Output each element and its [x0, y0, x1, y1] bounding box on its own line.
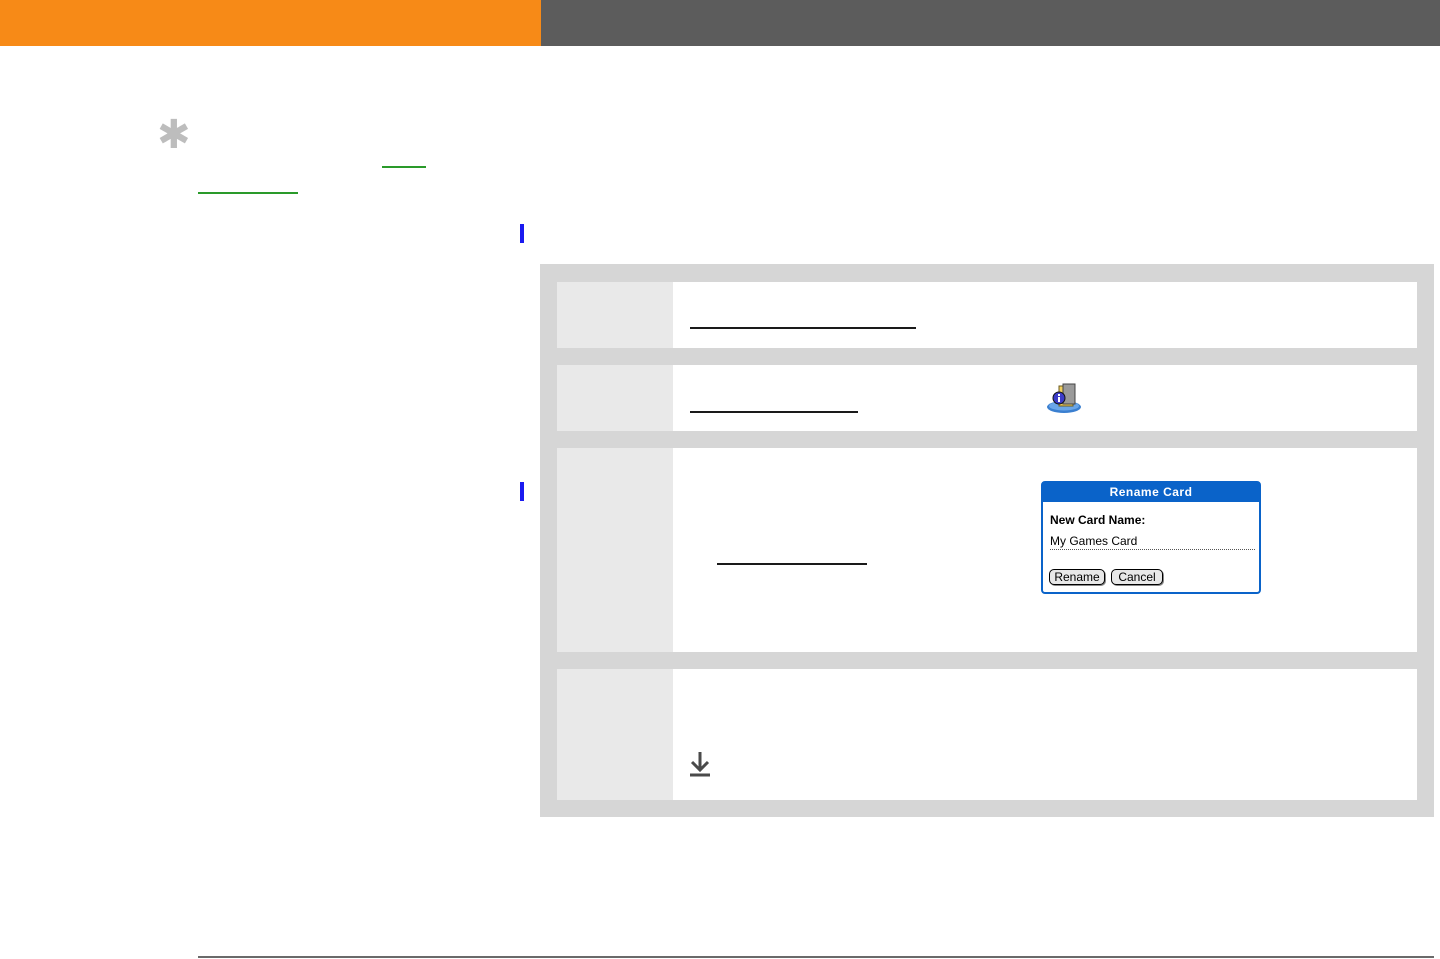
- step-row: [557, 365, 1417, 431]
- cross-reference-link[interactable]: [690, 411, 858, 413]
- step-row: [557, 669, 1417, 800]
- header-title-bar: [541, 0, 1440, 46]
- rename-button[interactable]: Rename: [1049, 569, 1105, 585]
- step-row: [557, 282, 1417, 348]
- tip-link-underline[interactable]: [198, 192, 298, 194]
- dialog-title: Rename Card: [1043, 483, 1259, 502]
- step-number-cell: [557, 282, 673, 348]
- change-bar: [520, 482, 524, 501]
- new-card-name-label: New Card Name:: [1050, 513, 1146, 527]
- cross-reference-link[interactable]: [690, 327, 916, 329]
- step-number-cell: [557, 669, 673, 800]
- step-number-cell: [557, 365, 673, 431]
- step-content-cell: [673, 282, 1417, 348]
- header-accent-bar: [0, 0, 541, 46]
- step-content-cell: [673, 669, 1417, 800]
- cancel-button[interactable]: Cancel: [1111, 569, 1163, 585]
- card-info-app-icon[interactable]: [1045, 382, 1083, 414]
- step-number-cell: [557, 448, 673, 652]
- cross-reference-link[interactable]: [717, 563, 867, 565]
- change-bar: [520, 224, 524, 243]
- rename-card-dialog: Rename Card New Card Name: My Games Card…: [1041, 481, 1261, 594]
- asterisk-tip-icon: ✱: [157, 112, 191, 158]
- tip-link-underline[interactable]: [382, 166, 426, 168]
- footer-rule: [198, 956, 1434, 958]
- down-arrow-continued-icon: [690, 752, 710, 777]
- card-name-field[interactable]: My Games Card: [1050, 533, 1255, 550]
- step-row: [557, 448, 1417, 652]
